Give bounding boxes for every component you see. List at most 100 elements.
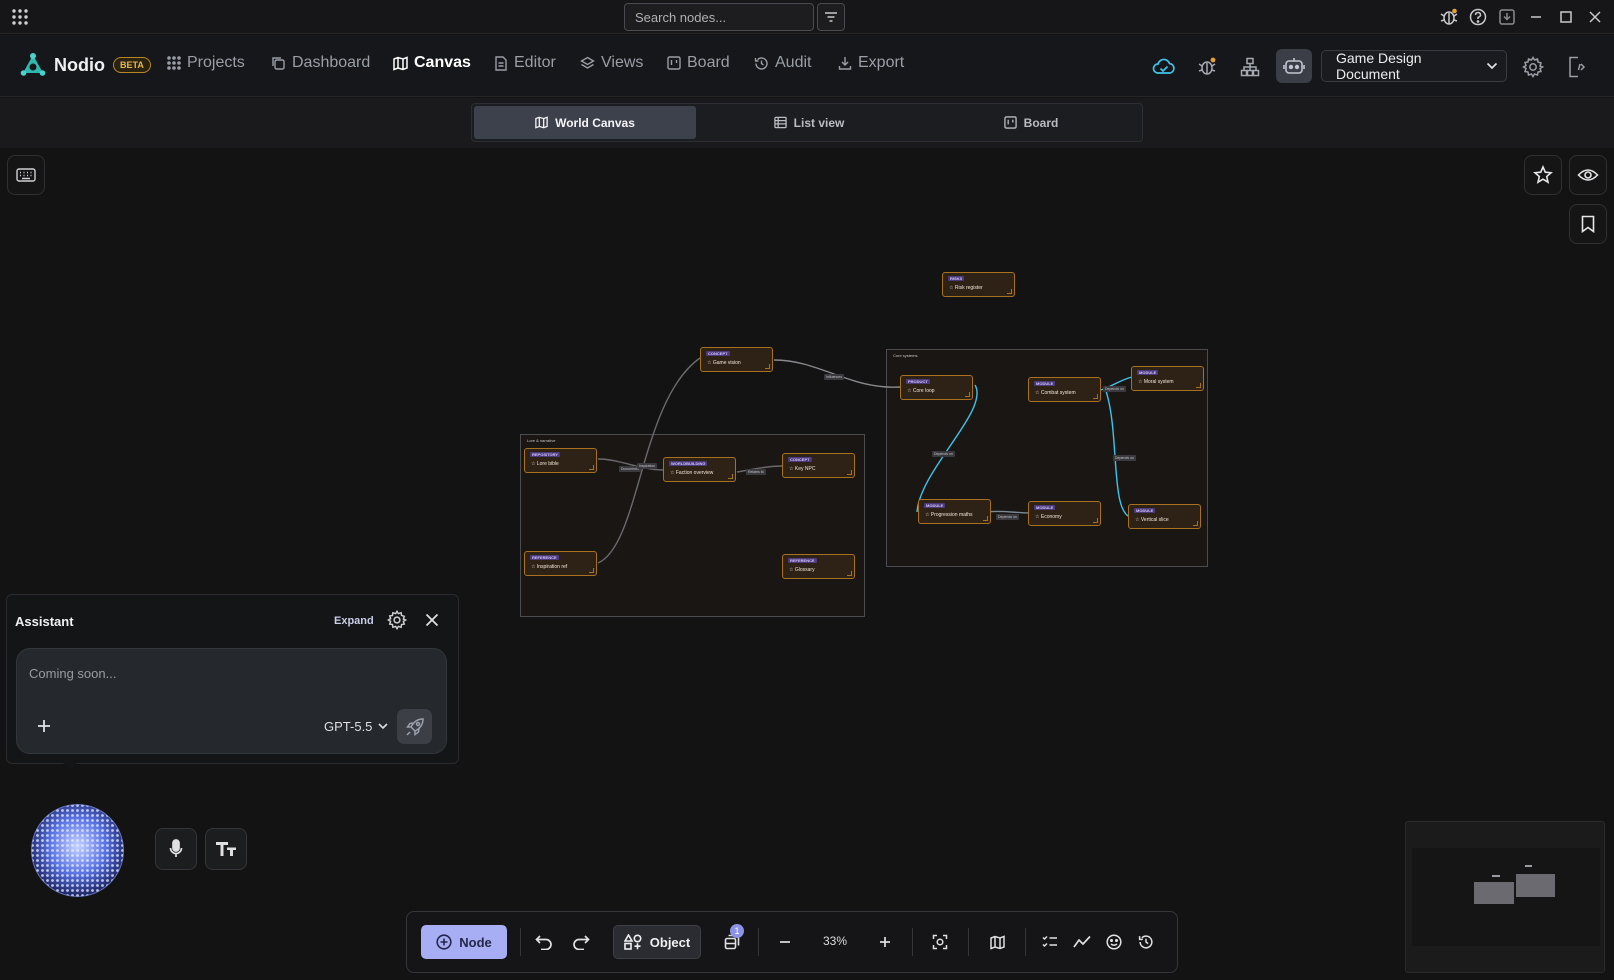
- node-tag: REFERENCE: [788, 558, 817, 563]
- text-size-icon: [215, 841, 237, 857]
- node-lore-bible[interactable]: REPOSITORY ☆ Lore bible: [524, 448, 597, 473]
- add-node-button[interactable]: Node: [421, 925, 507, 959]
- node-title: ☆ Moral system: [1138, 379, 1174, 385]
- divider: [1025, 928, 1026, 956]
- resize-handle-icon[interactable]: [965, 392, 970, 397]
- undo-button[interactable]: [531, 929, 557, 955]
- redo-button[interactable]: [568, 929, 594, 955]
- node-progression-maths[interactable]: MODULE ☆ Progression maths: [918, 499, 991, 524]
- assistant-input[interactable]: [29, 661, 429, 685]
- node-title: ☆ Combat system: [1035, 390, 1076, 396]
- node-title: ☆ Economy: [1035, 514, 1062, 520]
- resize-handle-icon[interactable]: [765, 364, 770, 369]
- undo-icon: [535, 934, 553, 950]
- text-input-button[interactable]: [205, 828, 247, 870]
- add-attachment-icon[interactable]: [37, 719, 51, 733]
- edge-label: Influences: [824, 374, 844, 380]
- history-icon: [1138, 934, 1154, 950]
- resize-handle-icon[interactable]: [1093, 394, 1098, 399]
- emoji-button[interactable]: [1101, 929, 1127, 955]
- voice-input-button[interactable]: [155, 828, 197, 870]
- node-title: ☆ Progression maths: [925, 512, 973, 518]
- node-title: ☆ Vertical slice: [1135, 517, 1169, 523]
- node-risk-register[interactable]: RISKS ☆ Risk register: [942, 272, 1015, 297]
- resize-handle-icon[interactable]: [983, 516, 988, 521]
- trend-line-icon: [1073, 935, 1091, 949]
- node-tag: MODULE: [924, 503, 946, 508]
- node-core-loop[interactable]: PRODUCT ☆ Core loop: [900, 375, 973, 400]
- node-tag: MODULE: [1034, 381, 1056, 386]
- fit-view-button[interactable]: [927, 929, 953, 955]
- node-inspiration-ref[interactable]: REFERENCE ☆ Inspiration ref: [524, 551, 597, 576]
- history-button[interactable]: [1133, 929, 1159, 955]
- resize-handle-icon[interactable]: [847, 571, 852, 576]
- node-glossary[interactable]: REFERENCE ☆ Glossary: [782, 554, 855, 579]
- zoom-out-button[interactable]: [772, 929, 798, 955]
- node-moral-system[interactable]: MODULE ☆ Moral system: [1131, 366, 1204, 391]
- plus-circle-icon: [436, 934, 452, 950]
- assistant-title: Assistant: [15, 614, 74, 629]
- resize-handle-icon[interactable]: [1193, 521, 1198, 526]
- zoom-level[interactable]: 33%: [823, 934, 847, 948]
- node-title: ☆ Game vision: [707, 360, 741, 366]
- zoom-in-button[interactable]: [872, 929, 898, 955]
- minimap[interactable]: [1405, 821, 1605, 973]
- node-tag: REFERENCE: [530, 555, 559, 560]
- expand-button[interactable]: Expand: [334, 615, 374, 627]
- edge-label: Inspiration: [637, 463, 658, 469]
- minimap-view: [1412, 848, 1600, 946]
- redo-icon: [572, 934, 590, 950]
- node-tag: REPOSITORY: [530, 452, 561, 457]
- node-title: ☆ Inspiration ref: [531, 564, 568, 570]
- divider: [520, 928, 521, 956]
- node-tag: RISKS: [948, 276, 965, 281]
- node-economy[interactable]: MODULE ☆ Economy: [1028, 501, 1101, 526]
- resize-handle-icon[interactable]: [1196, 383, 1201, 388]
- node-combat-system[interactable]: MODULE ☆ Combat system: [1028, 377, 1101, 402]
- resize-handle-icon[interactable]: [847, 470, 852, 475]
- analytics-button[interactable]: [1069, 929, 1095, 955]
- resize-handle-icon[interactable]: [728, 474, 733, 479]
- close-icon[interactable]: [425, 613, 439, 627]
- fit-screen-icon: [932, 934, 948, 950]
- node-vertical-slice[interactable]: MODULE ☆ Vertical slice: [1128, 504, 1201, 529]
- resize-handle-icon[interactable]: [589, 568, 594, 573]
- assistant-pointer: [62, 762, 78, 770]
- object-button[interactable]: Object: [613, 925, 701, 959]
- node-title: ☆ Lore bible: [531, 461, 559, 467]
- minus-icon: [779, 936, 791, 948]
- map-icon: [989, 934, 1005, 950]
- edge-label: Relates to: [746, 469, 766, 475]
- node-tag: WORLDBUILDING: [669, 461, 708, 466]
- divider: [758, 928, 759, 956]
- microphone-icon: [169, 839, 183, 859]
- edge: [916, 384, 978, 513]
- assistant-orb[interactable]: [30, 803, 125, 898]
- resize-handle-icon[interactable]: [1007, 289, 1012, 294]
- node-faction-overview[interactable]: WORLDBUILDING ☆ Faction overview: [663, 457, 736, 482]
- resize-handle-icon[interactable]: [1093, 518, 1098, 523]
- add-node-label: Node: [459, 934, 492, 950]
- chevron-down-icon: [378, 723, 388, 730]
- node-game-vision[interactable]: CONCEPT ☆ Game vision: [700, 347, 773, 372]
- edge: [1104, 387, 1131, 518]
- assistant-settings-icon[interactable]: [387, 610, 407, 630]
- node-title: ☆ Core loop: [907, 388, 935, 394]
- divider: [968, 928, 969, 956]
- checklist-button[interactable]: [1037, 929, 1063, 955]
- node-tag: MODULE: [1034, 505, 1056, 510]
- shapes-icon: [623, 934, 642, 950]
- node-tag: MODULE: [1134, 508, 1156, 513]
- assistant-panel: Assistant Expand GPT-5.5: [6, 594, 459, 764]
- minimap-toggle-button[interactable]: [984, 929, 1010, 955]
- model-label: GPT-5.5: [324, 719, 373, 734]
- node-title: ☆ Key NPC: [789, 466, 816, 472]
- canvas-toolbar: Node Object 1 33%: [406, 911, 1178, 973]
- send-button[interactable]: [397, 709, 432, 744]
- node-key-npc[interactable]: CONCEPT ☆ Key NPC: [782, 453, 855, 478]
- model-selector[interactable]: GPT-5.5: [324, 719, 388, 734]
- edge-label: Depends on: [1103, 386, 1126, 392]
- resize-handle-icon[interactable]: [589, 465, 594, 470]
- node-tag: MODULE: [1137, 370, 1159, 375]
- node-tag: CONCEPT: [788, 457, 812, 462]
